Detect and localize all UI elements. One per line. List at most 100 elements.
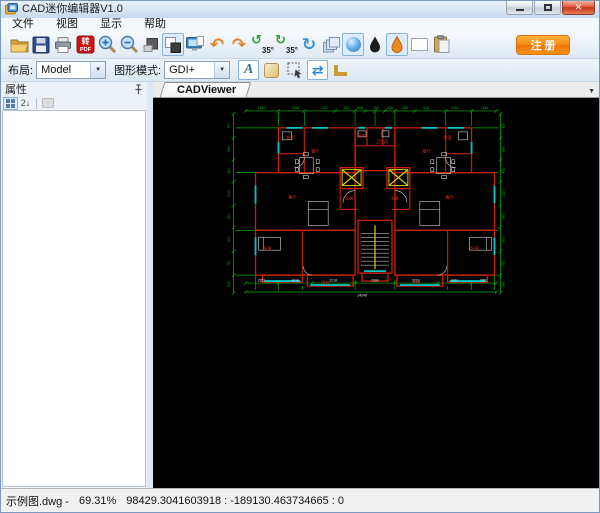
save-icon [32, 36, 50, 54]
zoom-out-button[interactable] [118, 33, 140, 56]
svg-text:玄关: 玄关 [345, 194, 353, 200]
note-icon [264, 63, 279, 78]
layers-icon [322, 36, 341, 54]
note-button[interactable] [261, 60, 282, 80]
tab-label: CADViewer [177, 84, 236, 96]
zoom-in-button[interactable] [96, 33, 118, 56]
property-pages-button[interactable] [40, 97, 55, 110]
title-bar: CAD迷你编辑器V1.0 ✕ [1, 1, 599, 18]
app-icon [5, 3, 18, 16]
sort-alpha-button[interactable]: 2↓ [18, 97, 33, 110]
rotate-right-35-button[interactable]: ↻ 35° [274, 33, 298, 56]
svg-text:450: 450 [343, 106, 349, 110]
blue-ball-icon [346, 37, 361, 52]
svg-text:600: 600 [387, 106, 393, 110]
color-swatch-button[interactable] [140, 33, 162, 56]
svg-text:卧室: 卧室 [470, 245, 478, 251]
svg-text:玄关: 玄关 [391, 194, 399, 200]
orange-droplet-icon [388, 35, 406, 54]
redo-button[interactable]: ↷ [228, 33, 250, 56]
select-marquee-icon [286, 61, 304, 79]
pin-icon[interactable] [134, 84, 143, 95]
main-toolbar: 转 PDF [1, 31, 599, 59]
categorized-icon [5, 98, 16, 109]
background-blue-button[interactable] [342, 33, 364, 56]
layers-button[interactable] [320, 33, 342, 56]
corner-join-button[interactable] [330, 60, 351, 80]
undo-button[interactable]: ↶ [206, 33, 228, 56]
menu-help[interactable]: 帮助 [133, 18, 177, 31]
swap-arrows-button[interactable]: ⇄ [307, 60, 328, 80]
letter-a-icon: A [244, 62, 253, 78]
minimize-icon [516, 9, 524, 11]
svg-text:450: 450 [373, 106, 379, 110]
svg-text:1110: 1110 [227, 190, 231, 197]
svg-text:600: 600 [357, 106, 363, 110]
status-filename: 示例图.dwg - [6, 493, 69, 509]
menu-display[interactable]: 显示 [89, 18, 133, 31]
svg-text:厨房: 厨房 [357, 132, 365, 138]
printer-icon [54, 36, 72, 54]
svg-text:阳台: 阳台 [413, 279, 421, 285]
rotate-left-icon: ↺ [251, 32, 262, 48]
invert-colors-icon [164, 36, 182, 54]
select-marquee-button[interactable] [284, 60, 305, 80]
svg-text:4010: 4010 [451, 278, 459, 282]
menu-file[interactable]: 文件 [1, 18, 45, 31]
paste-button[interactable] [430, 33, 452, 56]
svg-text:2351: 2351 [258, 278, 266, 282]
minimize-button[interactable] [506, 1, 533, 15]
rotate-left-degrees: 35° [262, 46, 274, 55]
svg-text:卧室: 卧室 [286, 134, 294, 140]
ink-black-button[interactable] [364, 33, 386, 56]
svg-text:1540: 1540 [481, 106, 489, 110]
invert-colors-button[interactable] [162, 33, 184, 56]
svg-text:卧室: 卧室 [263, 245, 271, 251]
layout-value: Model [37, 64, 90, 76]
redo-icon: ↷ [232, 36, 246, 53]
svg-text:600: 600 [501, 236, 505, 242]
background-white-button[interactable] [408, 33, 430, 56]
svg-text:670: 670 [501, 213, 505, 219]
svg-text:14240: 14240 [357, 293, 367, 297]
properties-body[interactable] [2, 110, 146, 487]
svg-text:750: 750 [501, 260, 505, 266]
rotate-left-35-button[interactable]: ↺ 35° [250, 33, 274, 56]
layout-select[interactable]: Model ▼ [36, 61, 106, 79]
open-button[interactable] [8, 33, 30, 56]
svg-text:卫生间: 卫生间 [376, 138, 388, 144]
rotate-free-icon: ↻ [302, 36, 316, 53]
maximize-button[interactable] [534, 1, 561, 15]
register-button[interactable]: 注 册 [516, 35, 570, 55]
categorized-button[interactable] [3, 97, 18, 110]
properties-toolbar: 2↓ [1, 96, 147, 110]
toolbar-separator [36, 98, 37, 109]
graphics-mode-select[interactable]: GDI+ ▼ [164, 61, 230, 79]
svg-text:1110: 1110 [501, 190, 505, 197]
black-droplet-icon [366, 35, 384, 54]
drawing-canvas[interactable]: 1540276011004506004506004501100276015407… [153, 98, 599, 488]
open-folder-icon [10, 36, 29, 54]
white-rect-icon [411, 38, 428, 51]
save-button[interactable] [30, 33, 52, 56]
svg-text:450: 450 [402, 106, 408, 110]
properties-panel: 属性 2↓ [1, 82, 147, 488]
rotate-free-button[interactable]: ↻ [298, 33, 320, 56]
tab-list-dropdown[interactable]: ▼ [588, 88, 595, 95]
fit-screen-button[interactable] [184, 33, 206, 56]
pdf-convert-button[interactable]: 转 PDF [74, 33, 96, 56]
svg-text:转: 转 [81, 36, 89, 46]
print-button[interactable] [52, 33, 74, 56]
properties-title: 属性 [5, 81, 27, 97]
close-button[interactable]: ✕ [562, 1, 595, 15]
tab-cadviewer[interactable]: CADViewer [162, 82, 249, 97]
window-title: CAD迷你编辑器V1.0 [22, 1, 123, 18]
sort-alpha-icon: 2↓ [21, 99, 31, 108]
ink-orange-button[interactable] [386, 33, 408, 56]
menu-view[interactable]: 视图 [45, 18, 89, 31]
svg-text:450: 450 [227, 168, 231, 174]
text-toggle-button[interactable]: A [238, 60, 259, 80]
svg-text:660: 660 [501, 146, 505, 152]
svg-text:餐厅: 餐厅 [423, 148, 431, 154]
svg-text:2760: 2760 [292, 106, 300, 110]
